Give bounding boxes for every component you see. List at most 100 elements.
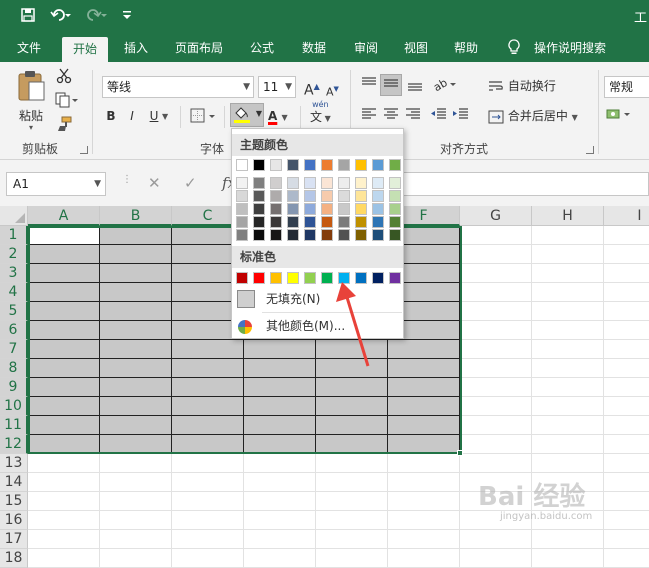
theme-shade-swatch[interactable] — [338, 190, 350, 202]
standard-color-swatch[interactable] — [236, 272, 248, 284]
cell-e15[interactable] — [316, 492, 388, 511]
cell-b10[interactable] — [100, 397, 172, 416]
row-header-6[interactable]: 6 — [0, 321, 28, 340]
theme-shade-swatch[interactable] — [355, 216, 367, 228]
cell-g10[interactable] — [460, 397, 532, 416]
cell-a12[interactable] — [28, 435, 100, 454]
theme-shade-swatch[interactable] — [287, 203, 299, 215]
cell-a4[interactable] — [28, 283, 100, 302]
cell-a2[interactable] — [28, 245, 100, 264]
theme-shade-swatch[interactable] — [389, 229, 401, 241]
cell-c15[interactable] — [172, 492, 244, 511]
theme-shade-swatch[interactable] — [236, 190, 248, 202]
theme-shade-swatch[interactable] — [287, 177, 299, 189]
cell-g18[interactable] — [460, 549, 532, 568]
theme-shade-swatch[interactable] — [304, 190, 316, 202]
cell-g5[interactable] — [460, 302, 532, 321]
row-header-5[interactable]: 5 — [0, 302, 28, 321]
increase-indent-icon[interactable] — [452, 106, 470, 128]
cell-d15[interactable] — [244, 492, 316, 511]
cell-c13[interactable] — [172, 454, 244, 473]
number-format-select[interactable]: 常规 — [604, 76, 649, 98]
italic-button[interactable]: I — [126, 106, 138, 126]
cell-i10[interactable] — [604, 397, 649, 416]
tab-data[interactable]: 数据 — [292, 34, 336, 62]
cell-a1[interactable] — [28, 226, 100, 245]
cell-i17[interactable] — [604, 530, 649, 549]
theme-shade-swatch[interactable] — [270, 190, 282, 202]
row-header-4[interactable]: 4 — [0, 283, 28, 302]
theme-shade-swatch[interactable] — [372, 177, 384, 189]
cell-d10[interactable] — [244, 397, 316, 416]
tab-formulas[interactable]: 公式 — [240, 34, 284, 62]
theme-shade-swatch[interactable] — [389, 216, 401, 228]
row-header-3[interactable]: 3 — [0, 264, 28, 283]
cell-d11[interactable] — [244, 416, 316, 435]
cell-c16[interactable] — [172, 511, 244, 530]
standard-color-swatch[interactable] — [287, 272, 299, 284]
cell-d8[interactable] — [244, 359, 316, 378]
select-all-button[interactable] — [0, 206, 28, 226]
theme-shade-swatch[interactable] — [372, 216, 384, 228]
theme-shade-swatch[interactable] — [304, 203, 316, 215]
theme-shade-swatch[interactable] — [372, 190, 384, 202]
row-header-14[interactable]: 14 — [0, 473, 28, 492]
align-center-icon[interactable] — [382, 106, 400, 128]
cell-b5[interactable] — [100, 302, 172, 321]
cell-f12[interactable] — [388, 435, 460, 454]
cell-d7[interactable] — [244, 340, 316, 359]
cell-c11[interactable] — [172, 416, 244, 435]
cell-i18[interactable] — [604, 549, 649, 568]
theme-shade-swatch[interactable] — [321, 229, 333, 241]
save-icon[interactable] — [20, 7, 36, 29]
cell-h11[interactable] — [532, 416, 604, 435]
cell-i13[interactable] — [604, 454, 649, 473]
align-left-icon[interactable] — [360, 106, 378, 128]
tab-home[interactable]: 开始 — [62, 37, 108, 62]
cell-c10[interactable] — [172, 397, 244, 416]
tab-view[interactable]: 视图 — [394, 34, 438, 62]
cell-f15[interactable] — [388, 492, 460, 511]
font-color-button[interactable]: A ▼ — [268, 106, 288, 128]
theme-shade-swatch[interactable] — [236, 229, 248, 241]
cell-b11[interactable] — [100, 416, 172, 435]
cell-b4[interactable] — [100, 283, 172, 302]
cell-g3[interactable] — [460, 264, 532, 283]
theme-color-swatch[interactable] — [270, 159, 282, 171]
row-header-11[interactable]: 11 — [0, 416, 28, 435]
align-top-icon[interactable] — [360, 76, 378, 98]
bold-button[interactable]: B — [104, 106, 118, 126]
fill-handle[interactable] — [457, 450, 463, 456]
theme-shade-swatch[interactable] — [338, 203, 350, 215]
row-header-2[interactable]: 2 — [0, 245, 28, 264]
name-box[interactable]: A1 ▼ — [6, 172, 106, 196]
theme-shade-swatch[interactable] — [321, 190, 333, 202]
cell-g4[interactable] — [460, 283, 532, 302]
cell-h8[interactable] — [532, 359, 604, 378]
theme-shade-swatch[interactable] — [287, 216, 299, 228]
theme-shade-swatch[interactable] — [372, 203, 384, 215]
theme-shade-swatch[interactable] — [321, 203, 333, 215]
theme-shade-swatch[interactable] — [304, 229, 316, 241]
row-header-1[interactable]: 1 — [0, 226, 28, 245]
paste-dropdown-icon[interactable]: ▾ — [14, 124, 48, 132]
cell-d18[interactable] — [244, 549, 316, 568]
theme-shade-swatch[interactable] — [304, 216, 316, 228]
cell-b1[interactable] — [100, 226, 172, 245]
underline-dropdown-icon[interactable]: ▼ — [162, 107, 168, 127]
fill-color-button[interactable]: ▼ — [230, 103, 264, 127]
cell-b18[interactable] — [100, 549, 172, 568]
theme-color-swatch[interactable] — [236, 159, 248, 171]
cell-d14[interactable] — [244, 473, 316, 492]
cell-c18[interactable] — [172, 549, 244, 568]
cell-f8[interactable] — [388, 359, 460, 378]
cell-e17[interactable] — [316, 530, 388, 549]
cell-b2[interactable] — [100, 245, 172, 264]
cell-h3[interactable] — [532, 264, 604, 283]
cancel-icon[interactable]: ✕ — [148, 174, 161, 192]
cell-a3[interactable] — [28, 264, 100, 283]
theme-shade-swatch[interactable] — [389, 203, 401, 215]
theme-shade-swatch[interactable] — [253, 177, 265, 189]
cell-g12[interactable] — [460, 435, 532, 454]
cell-g8[interactable] — [460, 359, 532, 378]
